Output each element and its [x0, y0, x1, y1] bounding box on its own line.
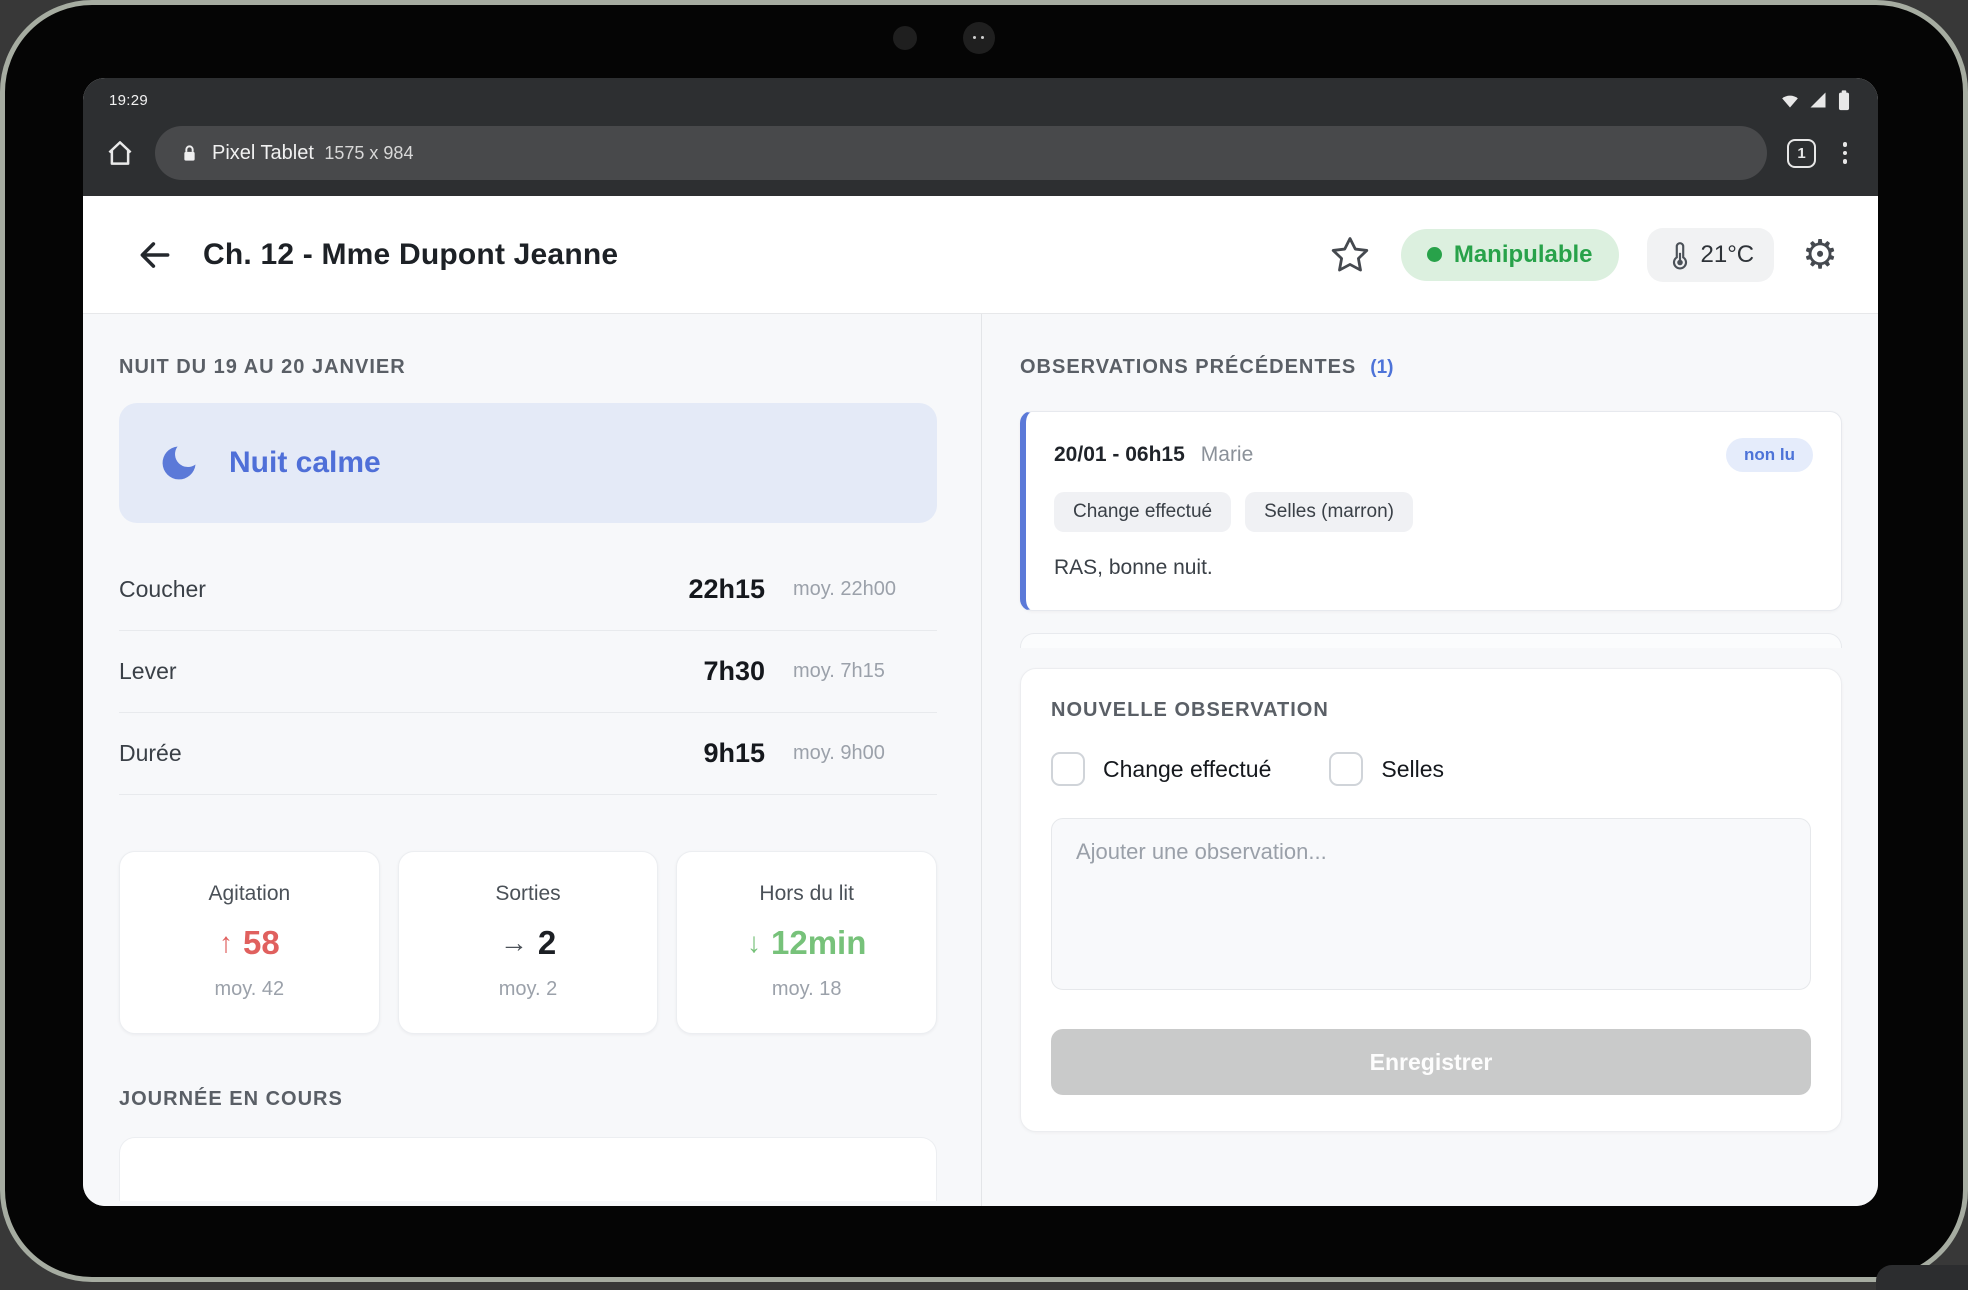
new-observation-form: NOUVELLE OBSERVATION Change effectué Sel…: [1020, 668, 1842, 1132]
night-status-text: Nuit calme: [229, 446, 381, 480]
stat-value: 12min: [771, 924, 866, 962]
checkbox-selles[interactable]: [1329, 752, 1363, 786]
stat-card-agitation: Agitation ↑ 58 moy. 42: [119, 851, 380, 1034]
checkbox-change-effectue[interactable]: [1051, 752, 1085, 786]
observation-card[interactable]: 20/01 - 06h15 Marie non lu Change effect…: [1020, 411, 1842, 611]
observation-tag: Change effectué: [1054, 492, 1231, 532]
android-status-bar: 19:29: [83, 78, 1878, 116]
night-section-title: NUIT DU 19 AU 20 JANVIER: [119, 356, 937, 379]
observation-tag: Selles (marron): [1245, 492, 1413, 532]
stat-card-sorties: Sorties → 2 moy. 2: [398, 851, 659, 1034]
page-title: Ch. 12 - Mme Dupont Jeanne: [203, 238, 618, 272]
wifi-icon: [1780, 90, 1800, 110]
camera-sensor-icon: [893, 26, 917, 50]
battery-icon: [1836, 89, 1852, 111]
cell-signal-icon: [1808, 90, 1828, 110]
back-button[interactable]: [133, 233, 177, 277]
dock-connector: [1876, 1265, 1968, 1290]
url-site-label: Pixel Tablet: [212, 142, 314, 164]
room-temperature-badge: 21°C: [1647, 228, 1775, 282]
day-card-partial: [119, 1137, 937, 1201]
sleep-times-list: Coucher 22h15 moy. 22h00 Lever 7h30 moy.…: [119, 549, 937, 795]
stat-value: 58: [243, 924, 280, 962]
main-content: NUIT DU 19 AU 20 JANVIER Nuit calme Couc…: [83, 314, 1878, 1206]
thermometer-icon: [1667, 240, 1693, 270]
new-observation-title: NOUVELLE OBSERVATION: [1051, 699, 1811, 722]
sleep-row-coucher: Coucher 22h15 moy. 22h00: [119, 549, 937, 631]
arrow-down-icon: ↓: [747, 927, 761, 959]
status-icons: [1780, 89, 1852, 111]
status-dot-icon: [1427, 247, 1442, 262]
browser-chrome: 19:29: [83, 78, 1878, 196]
status-badge: Manipulable: [1401, 229, 1619, 281]
observation-datetime: 20/01 - 06h15: [1054, 443, 1185, 467]
unread-badge: non lu: [1726, 438, 1813, 472]
stat-card-hors-du-lit: Hors du lit ↓ 12min moy. 18: [676, 851, 937, 1034]
observations-section-title: OBSERVATIONS PRÉCÉDENTES: [1020, 356, 1356, 379]
observations-panel: OBSERVATIONS PRÉCÉDENTES (1) 20/01 - 06h…: [982, 314, 1842, 1206]
browser-toolbar: Pixel Tablet 1575 x 984 1: [83, 116, 1878, 196]
gear-icon: ⚙: [1802, 233, 1838, 277]
observations-count[interactable]: (1): [1370, 357, 1393, 379]
status-time: 19:29: [109, 92, 148, 109]
day-section-title: JOURNÉE EN COURS: [119, 1088, 937, 1111]
star-icon: [1329, 234, 1371, 276]
save-button[interactable]: Enregistrer: [1051, 1029, 1811, 1095]
favorite-button[interactable]: [1327, 232, 1373, 278]
settings-button[interactable]: ⚙: [1802, 235, 1838, 275]
observation-card-partial: [1020, 633, 1842, 648]
stage: 19:29: [0, 0, 1968, 1290]
observation-note: RAS, bonne nuit.: [1054, 556, 1813, 580]
night-status-banner: Nuit calme: [119, 403, 937, 523]
observation-author: Marie: [1201, 443, 1254, 467]
home-icon[interactable]: [105, 138, 135, 168]
night-stat-cards: Agitation ↑ 58 moy. 42 Sorties → 2: [119, 851, 937, 1034]
moon-icon: [157, 441, 201, 485]
url-bar[interactable]: Pixel Tablet 1575 x 984: [155, 126, 1767, 180]
checkbox-label-change: Change effectué: [1103, 756, 1271, 783]
checkbox-label-selles: Selles: [1381, 756, 1444, 783]
stat-value: 2: [538, 924, 556, 962]
app-header: Ch. 12 - Mme Dupont Jeanne Manipulable: [83, 196, 1878, 314]
front-camera-icon: [963, 22, 995, 54]
back-arrow-icon: [136, 236, 174, 274]
tab-counter-button[interactable]: 1: [1787, 139, 1816, 168]
url-viewport-size: 1575 x 984: [324, 143, 413, 163]
browser-menu-button[interactable]: [1832, 142, 1858, 164]
observation-input[interactable]: [1051, 818, 1811, 990]
arrow-right-icon: →: [500, 927, 528, 959]
tablet-screen: 19:29: [83, 78, 1878, 1206]
sleep-row-lever: Lever 7h30 moy. 7h15: [119, 631, 937, 713]
sleep-row-duree: Durée 9h15 moy. 9h00: [119, 713, 937, 795]
night-panel: NUIT DU 19 AU 20 JANVIER Nuit calme Couc…: [119, 314, 982, 1206]
lock-icon: [181, 144, 198, 163]
temperature-value: 21°C: [1701, 241, 1755, 269]
arrow-up-icon: ↑: [219, 927, 233, 959]
